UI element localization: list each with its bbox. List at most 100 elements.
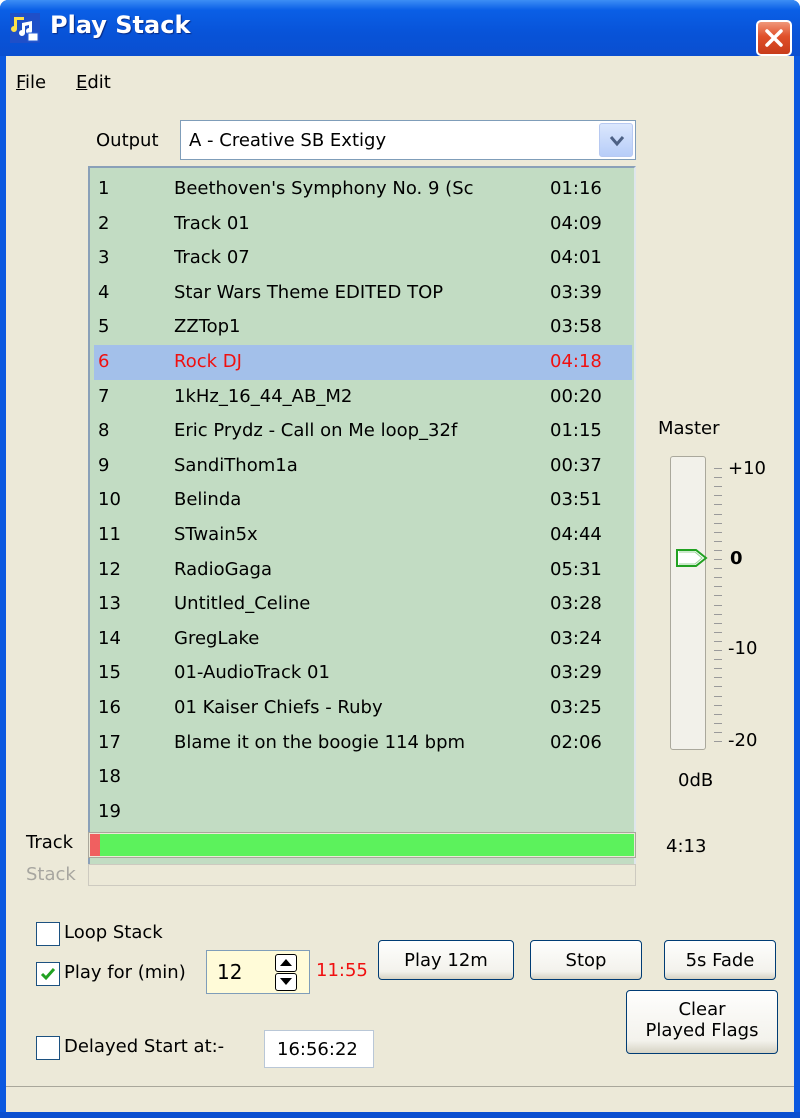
playlist-row-name: RadioGaga	[174, 558, 273, 580]
loop-stack-checkbox[interactable]	[36, 922, 60, 946]
playlist-row[interactable]: 7 1kHz_16_44_AB_M2 00:20	[94, 380, 632, 415]
playlist-row[interactable]: 8 Eric Prydz - Call on Me loop_32f 01:15	[94, 414, 632, 449]
playlist-row-time: 03:24	[550, 627, 602, 649]
checkmark-icon	[40, 968, 56, 981]
playlist-row-name: ZZTop1	[174, 316, 241, 338]
playlist-row-num: 17	[98, 731, 121, 753]
clear-button-line2: Played Flags	[645, 1020, 759, 1041]
playlist-row-num: 4	[98, 281, 110, 303]
chevron-down-icon	[609, 136, 625, 147]
scale-tick	[714, 559, 722, 560]
spin-up-button[interactable]	[275, 954, 297, 972]
playlist-row[interactable]: 14 GregLake 03:24	[94, 622, 632, 657]
arrow-down-icon	[280, 978, 292, 985]
playlist-row[interactable]: 9 SandiThom1a 00:37	[94, 449, 632, 484]
master-value-label: 0dB	[678, 770, 714, 791]
scale-tick	[714, 522, 722, 524]
playlist-row[interactable]: 16 01 Kaiser Chiefs - Ruby 03:25	[94, 691, 632, 726]
stack-progress-bar[interactable]	[88, 864, 636, 886]
playlist-row-name: SandiThom1a	[174, 454, 298, 476]
track-progress-bar[interactable]	[88, 832, 636, 858]
menu-edit-mnemonic: E	[76, 72, 88, 93]
scale-tick	[714, 704, 722, 706]
scale-tick	[714, 477, 722, 479]
playlist-row-time: 01:15	[550, 420, 602, 442]
master-slider-thumb[interactable]	[674, 546, 712, 570]
playlist-row[interactable]: 3 Track 07 04:01	[94, 241, 632, 276]
scale-tick	[714, 713, 722, 715]
playlist-row[interactable]: 13 Untitled_Celine 03:28	[94, 587, 632, 622]
playlist-row-num: 19	[98, 800, 121, 822]
spin-down-button[interactable]	[275, 973, 297, 991]
scale-tick	[714, 468, 722, 469]
playlist-row-name: 1kHz_16_44_AB_M2	[174, 385, 353, 407]
output-device-select[interactable]: A - Creative SB Extigy	[180, 120, 636, 160]
playlist-row-time: 04:09	[550, 212, 602, 234]
playlist-row[interactable]: 12 RadioGaga 05:31	[94, 553, 632, 588]
clear-played-flags-button[interactable]: Clear Played Flags	[626, 990, 778, 1054]
scale-tick	[714, 650, 722, 651]
playlist-row-name: 01 Kaiser Chiefs - Ruby	[174, 696, 383, 718]
playlist-row-name: Track 07	[174, 247, 250, 269]
delayed-start-time-input[interactable]: 16:56:22	[264, 1030, 374, 1068]
master-volume-slider[interactable]	[670, 456, 706, 750]
output-dropdown-button[interactable]	[599, 123, 633, 157]
scale-minus20: -20	[728, 730, 758, 751]
playlist-row[interactable]: 19	[94, 795, 632, 830]
playlist-row-time: 00:20	[550, 385, 602, 407]
playlist-row[interactable]: 18	[94, 760, 632, 795]
delayed-start-checkbox[interactable]	[36, 1036, 60, 1060]
playlist-row-time: 03:39	[550, 281, 602, 303]
scale-tick	[714, 659, 722, 661]
fade-button[interactable]: 5s Fade	[664, 940, 776, 980]
playlist-row-num: 8	[98, 420, 110, 442]
playlist-row[interactable]: 10 Belinda 03:51	[94, 483, 632, 518]
scale-tick	[714, 722, 722, 724]
playlist-row-name: Eric Prydz - Call on Me loop_32f	[174, 420, 458, 442]
menu-edit-label: dit	[87, 72, 111, 93]
playlist-row-time: 03:51	[550, 489, 602, 511]
scale-tick	[714, 486, 722, 488]
playlist-row[interactable]: 2 Track 01 04:09	[94, 207, 632, 242]
menu-edit[interactable]: Edit	[76, 72, 111, 93]
play-button[interactable]: Play 12m	[378, 940, 514, 980]
scale-tick	[714, 604, 722, 606]
playlist-row-time: 00:37	[550, 454, 602, 476]
play-minutes-spinner[interactable]: 12	[206, 950, 310, 994]
playlist-row[interactable]: 15 01-AudioTrack 01 03:29	[94, 656, 632, 691]
title-bar[interactable]: Play Stack	[0, 0, 800, 56]
window-title: Play Stack	[50, 11, 191, 39]
loop-stack-label: Loop Stack	[64, 922, 163, 943]
playlist-row-time: 04:18	[550, 350, 602, 372]
track-progress-label: Track	[26, 832, 74, 853]
playlist-row[interactable]: 6 Rock DJ 04:18	[94, 344, 632, 380]
close-button[interactable]	[756, 20, 792, 56]
playlist-list[interactable]: 1 Beethoven's Symphony No. 9 (Sc 01:16 2 Tra…	[88, 166, 636, 876]
stop-button-label: Stop	[565, 950, 607, 971]
playlist-row-time: 04:44	[550, 523, 602, 545]
play-for-checkbox[interactable]	[36, 962, 60, 986]
track-played-marker	[90, 834, 100, 856]
playlist-row-num: 12	[98, 558, 121, 580]
playlist-row-time: 03:58	[550, 316, 602, 338]
scale-tick	[714, 586, 722, 588]
remaining-time: 11:55	[316, 960, 368, 981]
playlist-row-num: 5	[98, 316, 110, 338]
fade-button-label: 5s Fade	[685, 950, 755, 971]
playlist-row-name: GregLake	[174, 627, 260, 649]
playlist-row-time: 03:28	[550, 593, 602, 615]
playlist-row[interactable]: 11 STwain5x 04:44	[94, 518, 632, 553]
scale-tick	[714, 668, 722, 670]
stop-button[interactable]: Stop	[530, 940, 642, 980]
playlist-row[interactable]: 1 Beethoven's Symphony No. 9 (Sc 01:16	[94, 172, 632, 207]
playlist-row[interactable]: 17 Blame it on the boogie 114 bpm 02:06	[94, 726, 632, 761]
menu-file[interactable]: File	[16, 72, 46, 93]
scale-tick	[714, 504, 722, 506]
playlist-row[interactable]: 4 Star Wars Theme EDITED TOP 03:39	[94, 276, 632, 311]
scale-tick	[714, 568, 722, 570]
play-minutes-value: 12	[217, 960, 243, 984]
delayed-start-label: Delayed Start at:-	[64, 1036, 225, 1057]
master-label: Master	[658, 418, 720, 439]
playlist-row[interactable]: 5 ZZTop1 03:58	[94, 310, 632, 345]
scale-tick	[714, 677, 722, 679]
